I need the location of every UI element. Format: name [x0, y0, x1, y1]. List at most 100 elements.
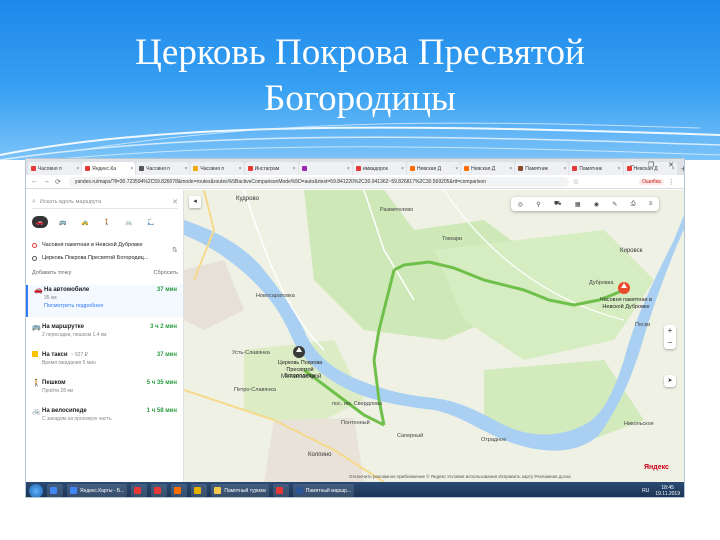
option-sub: Пройти 28 км: [42, 388, 73, 394]
tab-close-icon[interactable]: ×: [509, 166, 512, 172]
taskbar-item[interactable]: [272, 484, 289, 497]
walk-icon: 🚶: [32, 380, 41, 387]
layers-icon[interactable]: ◎: [518, 201, 523, 208]
place-label: Новосаратовка: [256, 293, 295, 299]
window-controls[interactable]: – ❐ ✕: [630, 161, 680, 169]
place-label: Пески: [635, 322, 651, 328]
new-tab-icon[interactable]: +: [681, 163, 684, 175]
traffic-icon[interactable]: ▦: [575, 201, 581, 208]
ruler-icon[interactable]: ✎: [612, 201, 617, 208]
favicon-icon: [301, 166, 307, 171]
map-view[interactable]: ◂ ◎ ⚲ ⛟ ▦ ◉ ✎ ⎙ ≡ + − ➤ Кудрово Разметел…: [184, 190, 684, 482]
bike-mode-icon[interactable]: 🚲: [122, 216, 136, 228]
browser-tab[interactable]: Часовня п ×: [136, 162, 190, 175]
error-badge[interactable]: Ошибка: [639, 178, 664, 185]
tab-label: Памятник: [525, 165, 548, 172]
taxi-mode-icon[interactable]: 🚕: [78, 216, 92, 228]
bus-mode-icon[interactable]: 🚌: [56, 216, 70, 228]
reset-link[interactable]: Сбросить: [154, 270, 178, 276]
option-time: 1 ч 58 мин: [146, 408, 177, 414]
transport-modes: 🚗 🚌 🚕 🚶 🚲 🛴: [32, 216, 158, 228]
taskbar-item[interactable]: [171, 484, 188, 497]
tab-label: Часовня п: [200, 165, 225, 172]
swap-icon[interactable]: ⇅: [172, 246, 178, 254]
app-icon: [214, 487, 222, 494]
tab-close-icon[interactable]: ×: [563, 166, 566, 172]
taskbar-item[interactable]: Памятный туризм: [211, 484, 269, 497]
bookmark-star-icon[interactable]: ☆: [573, 178, 579, 186]
tab-close-icon[interactable]: ×: [185, 166, 188, 172]
tab-label: Невская Д: [416, 165, 442, 172]
option-time: 37 мин: [156, 352, 177, 358]
bike-layer-icon[interactable]: ⚲: [536, 201, 540, 208]
browser-tab[interactable]: Инстаграм ×: [244, 162, 298, 175]
browser-tab[interactable]: Часовня п ×: [28, 162, 82, 175]
panorama-icon[interactable]: ◉: [594, 201, 599, 208]
browser-tab[interactable]: ×: [298, 162, 352, 175]
browser-tab[interactable]: имвадорок ×: [352, 162, 406, 175]
address-bar: ← → ⟳ yandex.ru/maps/?ll=30.723594%2C59.…: [26, 175, 684, 189]
close-icon[interactable]: ✕: [172, 198, 178, 206]
tab-close-icon[interactable]: ×: [618, 166, 621, 172]
place-label: Разметелево: [380, 207, 414, 213]
windows-taskbar: Яндекс.Карты - Б... Памятный туризм Памятн…: [26, 482, 684, 497]
tab-close-icon[interactable]: ×: [76, 166, 79, 172]
start-button[interactable]: [29, 483, 43, 497]
option-time: 37 мин: [156, 287, 177, 293]
back-icon[interactable]: ←: [31, 178, 38, 185]
print-icon[interactable]: ⎙: [631, 201, 636, 208]
taskbar-item[interactable]: [191, 484, 208, 497]
taskbar-item[interactable]: [47, 484, 63, 497]
taskbar-item[interactable]: [131, 484, 148, 497]
place-label: Кудрово: [236, 196, 259, 202]
tab-close-icon[interactable]: ×: [293, 166, 296, 172]
reload-icon[interactable]: ⟳: [55, 178, 61, 186]
walk-mode-icon[interactable]: 🚶: [100, 216, 114, 228]
browser-tab[interactable]: Памятник ×: [569, 162, 623, 175]
route-option-taxi[interactable]: На такси ~ 927 ₽ 37 мин Время ожидания 5…: [26, 350, 183, 372]
route-option-car[interactable]: 🚗 На автомобиле 37 мин 35 км Посмотреть …: [26, 285, 183, 317]
forward-icon[interactable]: →: [43, 178, 50, 185]
zoom-out-icon[interactable]: −: [664, 337, 676, 349]
zoom-in-icon[interactable]: +: [664, 325, 676, 337]
tab-close-icon[interactable]: ×: [239, 166, 242, 172]
tab-close-icon[interactable]: ×: [347, 166, 350, 172]
taskbar-item[interactable]: Яндекс.Карты - Б...: [67, 484, 128, 497]
car-layer-icon[interactable]: ⛟: [554, 200, 562, 208]
add-point-link[interactable]: Добавить точку: [32, 270, 71, 276]
system-tray: RU 18:45 19.11.2019: [642, 485, 680, 497]
locate-icon[interactable]: ➤: [664, 375, 676, 387]
route-to[interactable]: Церковь Покрова Пресвятой Богородиц...: [32, 252, 178, 264]
tab-close-icon[interactable]: ×: [130, 166, 133, 172]
route-search[interactable]: ⌕ Искать вдоль маршрута ✕: [32, 196, 178, 209]
clock[interactable]: 18:45 19.11.2019: [655, 485, 680, 497]
browser-tab[interactable]: Невская Д ×: [461, 162, 515, 175]
car-mode-icon[interactable]: 🚗: [32, 216, 48, 228]
place-label: Отрадное: [481, 437, 507, 443]
taskbar-item-label: Яндекс.Карты - Б...: [80, 487, 125, 494]
details-link[interactable]: Посмотреть подробнее: [34, 302, 183, 310]
url-field[interactable]: yandex.ru/maps/?ll=30.723594%2C59.826078…: [68, 176, 569, 187]
app-icon: [50, 487, 57, 494]
app-icon: [275, 487, 283, 494]
route-from[interactable]: Часовня памятная в Невской Дубровке: [32, 239, 178, 251]
route-option-minibus[interactable]: 🚌 На маршрутке 3 ч 2 мин 2 пересадки, пе…: [26, 322, 183, 344]
scooter-mode-icon[interactable]: 🛴: [144, 216, 158, 228]
language-indicator[interactable]: RU: [642, 488, 649, 494]
route-option-walk[interactable]: 🚶 Пешком 5 ч 35 мин Пройти 28 км: [26, 378, 183, 400]
menu-icon[interactable]: ⋮: [668, 178, 675, 186]
browser-tab[interactable]: Памятник ×: [515, 162, 569, 175]
browser-tab[interactable]: Часовня п ×: [190, 162, 244, 175]
tab-close-icon[interactable]: ×: [455, 166, 458, 172]
map-back-icon[interactable]: ◂: [189, 196, 201, 208]
place-label: Кировск: [620, 248, 643, 254]
browser-tab[interactable]: Яндекс.Ка ×: [82, 162, 136, 175]
taskbar-item[interactable]: Памятный маршр...: [292, 484, 355, 497]
browser-tab[interactable]: Невская Д ×: [406, 162, 461, 175]
tab-close-icon[interactable]: ×: [401, 166, 404, 172]
route-option-bike[interactable]: 🚲 На велосипеде 1 ч 58 мин С заездом на …: [26, 406, 183, 428]
taskbar-item[interactable]: [151, 484, 168, 497]
app-icon: [174, 487, 182, 494]
menu-icon[interactable]: ≡: [649, 201, 653, 207]
church-pin-label: Церковь Покрова Пресвятой Богородицы: [277, 360, 323, 379]
